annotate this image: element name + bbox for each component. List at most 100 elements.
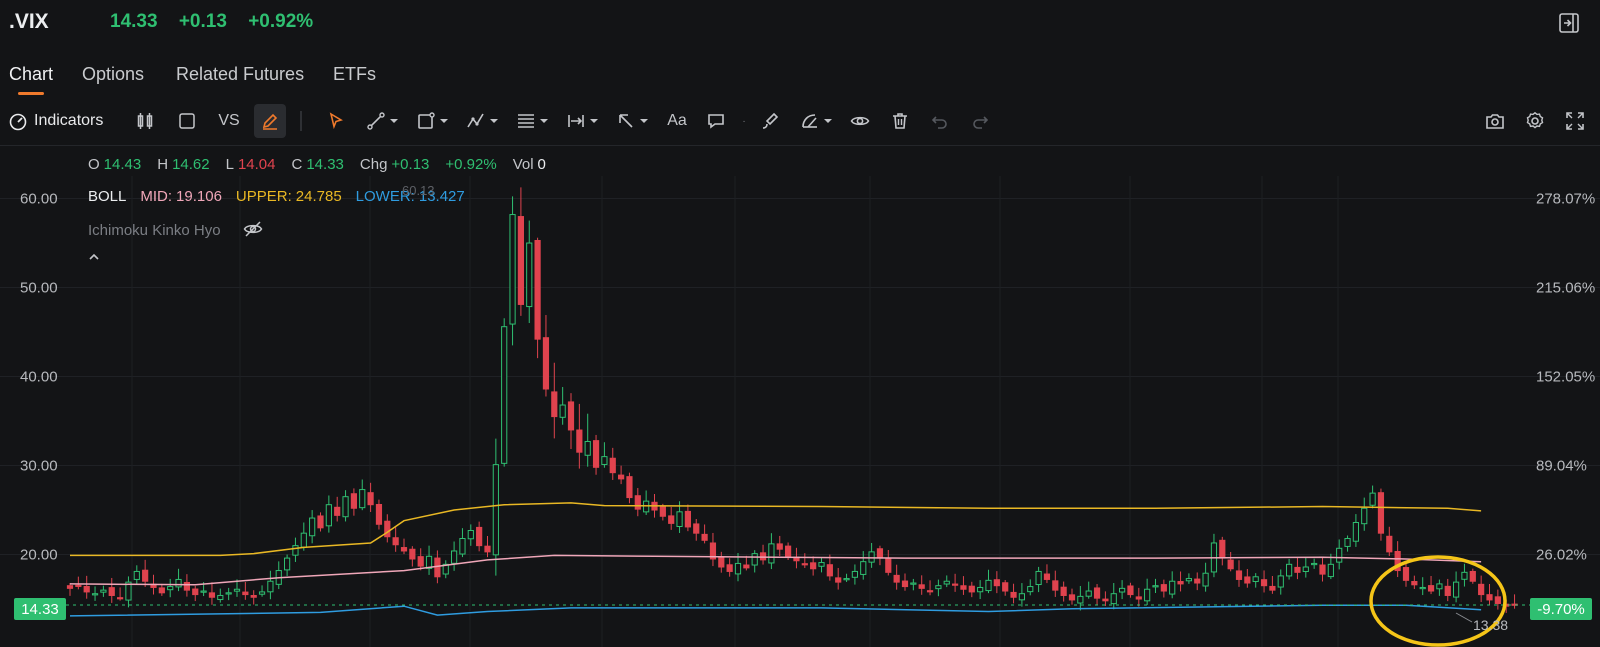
eye-hidden-icon[interactable]: [243, 219, 263, 239]
candle-body: [1302, 566, 1309, 572]
candle-body: [1327, 563, 1334, 578]
candle-body: [250, 595, 257, 598]
price-change-pct: +0.92%: [248, 11, 314, 32]
candle-body: [576, 429, 583, 453]
chevron-down-icon: [540, 119, 548, 123]
chevron-down-icon: [490, 119, 498, 123]
candle-type-button[interactable]: [130, 104, 160, 138]
chart-settings-button[interactable]: [1521, 104, 1549, 138]
square-icon: [179, 113, 195, 129]
high-label: H: [157, 156, 169, 173]
candle-body: [768, 543, 775, 564]
arrow-tool[interactable]: [612, 104, 652, 138]
boll-lower-line: [69, 604, 1482, 617]
measure-tool[interactable]: [562, 104, 602, 138]
collapse-panel-button[interactable]: [1558, 12, 1580, 34]
low-annotation: 13.38: [1473, 617, 1509, 633]
text-tool[interactable]: Aa: [662, 104, 692, 138]
candle-body: [417, 556, 424, 567]
close-label: C: [291, 156, 303, 173]
tab-related-futures[interactable]: Related Futures: [176, 64, 304, 85]
candle-body: [434, 557, 441, 578]
candle-body: [943, 580, 950, 585]
candle-body: [1235, 570, 1243, 580]
tab-etfs[interactable]: ETFs: [333, 64, 376, 85]
tab-options[interactable]: Options: [82, 64, 144, 85]
compare-vs-button[interactable]: VS: [212, 104, 246, 138]
candle-body: [1027, 586, 1034, 593]
candle-body: [1160, 584, 1167, 592]
candle-body: [108, 587, 115, 596]
candle-body: [1469, 570, 1476, 582]
candle-body: [876, 548, 884, 559]
candle-body: [1219, 539, 1226, 559]
close-value: 14.33: [306, 156, 344, 173]
toolbar-dot-separator: ·: [742, 115, 746, 127]
screenshot-button[interactable]: [1481, 104, 1509, 138]
candle-body: [1119, 587, 1126, 593]
y-tick-label-right: 26.02%: [1536, 547, 1587, 564]
candle-body: [851, 570, 858, 578]
redo-icon: [973, 116, 989, 129]
candle-body: [718, 556, 725, 568]
delete-drawings-button[interactable]: [886, 104, 914, 138]
shape-tool[interactable]: [412, 104, 452, 138]
candle-body: [501, 326, 508, 464]
collapse-legend-button[interactable]: [88, 250, 100, 266]
undo-button[interactable]: [926, 104, 954, 138]
candle-body: [1478, 583, 1485, 596]
fib-tool[interactable]: [512, 104, 552, 138]
candle-body: [258, 591, 266, 595]
layout-button[interactable]: [172, 104, 202, 138]
chg-value: +0.13: [391, 156, 430, 173]
candle-body: [584, 441, 591, 456]
candle-body: [175, 578, 182, 588]
candle-body: [225, 592, 232, 595]
candle-body: [801, 563, 808, 566]
emotion-tool[interactable]: [796, 104, 836, 138]
candle-body: [400, 547, 408, 552]
trend-line-tool[interactable]: [362, 104, 402, 138]
candle-body: [334, 506, 341, 516]
high-value: 14.62: [172, 156, 210, 173]
vol-label: Vol: [512, 156, 534, 173]
candle-body: [317, 515, 324, 529]
boll-label: BOLL: [88, 188, 127, 205]
emotion-icon: [802, 114, 817, 128]
candle-body: [542, 337, 550, 390]
price-change: +0.13: [178, 11, 227, 32]
indicators-button[interactable]: Indicators: [8, 104, 108, 138]
redo-button[interactable]: [966, 104, 994, 138]
candle-body: [534, 239, 541, 340]
boll-upper-line: [70, 502, 1482, 557]
boll-upper-label: UPPER:: [235, 188, 292, 205]
draw-mode-button[interactable]: [254, 104, 286, 138]
candle-body: [960, 585, 967, 590]
candle-body: [551, 391, 558, 418]
candle-body: [300, 532, 307, 548]
brush-tool[interactable]: [756, 104, 784, 138]
active-tab-underline: [18, 92, 44, 95]
fullscreen-button[interactable]: [1561, 104, 1589, 138]
candle-body: [1277, 575, 1284, 588]
collapse-panel-icon: [1559, 13, 1579, 33]
cursor-tool[interactable]: [322, 104, 350, 138]
candle-body: [1286, 563, 1293, 577]
candle-body: [1110, 593, 1117, 605]
y-tick-label-left: 50.00: [20, 280, 58, 297]
last-pct-tag: -9.70%: [1530, 598, 1592, 620]
candle-body: [1202, 572, 1209, 587]
candle-body: [142, 569, 149, 582]
pattern-tool[interactable]: [462, 104, 502, 138]
pattern-icon: [467, 113, 484, 128]
candle-body: [1227, 559, 1234, 570]
tab-chart[interactable]: Chart: [9, 64, 53, 85]
candle-body: [751, 553, 758, 566]
candle-body: [726, 564, 733, 572]
drawing-toolbar: Indicators VS Aa ·: [0, 104, 1600, 138]
candle-body: [1194, 578, 1201, 584]
comment-tool[interactable]: [702, 104, 730, 138]
brush-icon: [762, 112, 779, 129]
visibility-toggle[interactable]: [846, 104, 874, 138]
candle-body: [1352, 521, 1360, 542]
